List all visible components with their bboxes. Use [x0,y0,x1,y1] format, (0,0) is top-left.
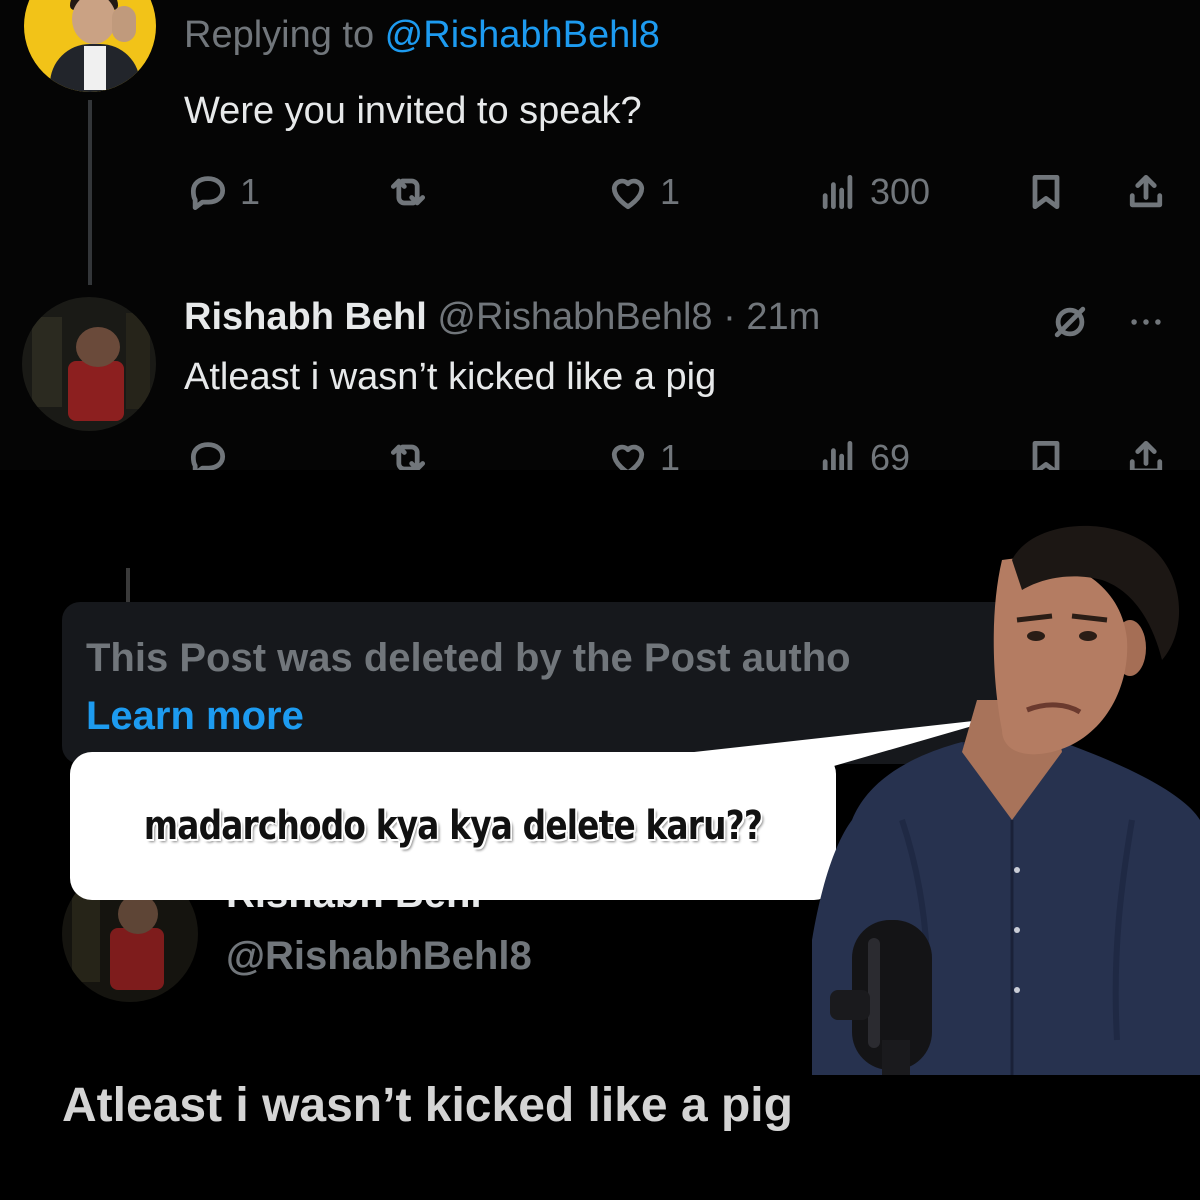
bookmark-button[interactable] [1024,436,1068,470]
reply-tweet-text: Were you invited to speak? [184,90,642,132]
views-icon [822,174,853,210]
rishabh-tweet-text: Atleast i wasn’t kicked like a pig [184,356,717,398]
replier-avatar[interactable] [24,0,156,92]
like-button[interactable]: 1 [606,436,680,470]
like-button[interactable]: 1 [606,170,680,214]
deleted-post-text: This Post was deleted by the Post autho [86,636,851,680]
like-count: 1 [660,437,681,470]
thread-connector-line [88,100,92,285]
author-name[interactable]: Rishabh Behl [184,296,427,338]
reply-button[interactable] [186,436,230,470]
share-button[interactable] [1124,436,1168,470]
views-button[interactable]: 69 [816,436,910,470]
retweet-icon [390,444,426,470]
retweet-icon [390,178,426,206]
replying-handle-link[interactable]: @RishabhBehl8 [385,14,660,56]
views-icon [822,440,853,470]
views-count: 300 [870,171,931,212]
views-button[interactable]: 300 [816,170,930,214]
reply-icon [190,442,226,470]
retweet-button[interactable] [386,170,430,214]
share-icon [1129,440,1163,470]
share-button[interactable] [1124,170,1168,214]
quoted-tweet-text: Atleast i wasn’t kicked like a pig [62,1079,793,1132]
views-count: 69 [870,437,911,470]
tweet-thread-screenshot: Replying to @RishabhBehl8 Were you invit… [0,0,1200,470]
share-icon [1129,174,1163,208]
reply-button[interactable]: 1 [186,170,260,214]
replying-to-label: Replying to @RishabhBehl8 [184,14,660,57]
replying-prefix: Replying to [184,14,385,56]
author-handle-time: @RishabhBehl8 · 21m [437,296,821,338]
tweet-author-line: Rishabh Behl @RishabhBehl8 · 21m [184,296,820,339]
reply-count: 1 [240,171,261,212]
like-count: 1 [660,171,681,212]
speech-bubble-text: madarchodo kya kya delete karu?? [143,803,763,849]
mute-conversation-button[interactable] [1048,300,1092,349]
bookmark-icon [1032,440,1060,470]
like-icon [611,178,645,210]
mute-icon [1054,306,1086,338]
quoted-author-handle[interactable]: @RishabhBehl8 [226,934,532,979]
more-icon [1131,319,1161,325]
bookmark-button[interactable] [1024,170,1068,214]
bookmark-icon [1032,174,1060,210]
learn-more-link[interactable]: Learn more [86,694,304,739]
rishabh-avatar[interactable] [22,297,156,431]
reply-icon [190,176,226,210]
retweet-button[interactable] [386,436,430,470]
man-with-microphone-image [812,525,1200,1075]
more-options-button[interactable] [1124,300,1168,349]
like-icon [611,444,645,470]
